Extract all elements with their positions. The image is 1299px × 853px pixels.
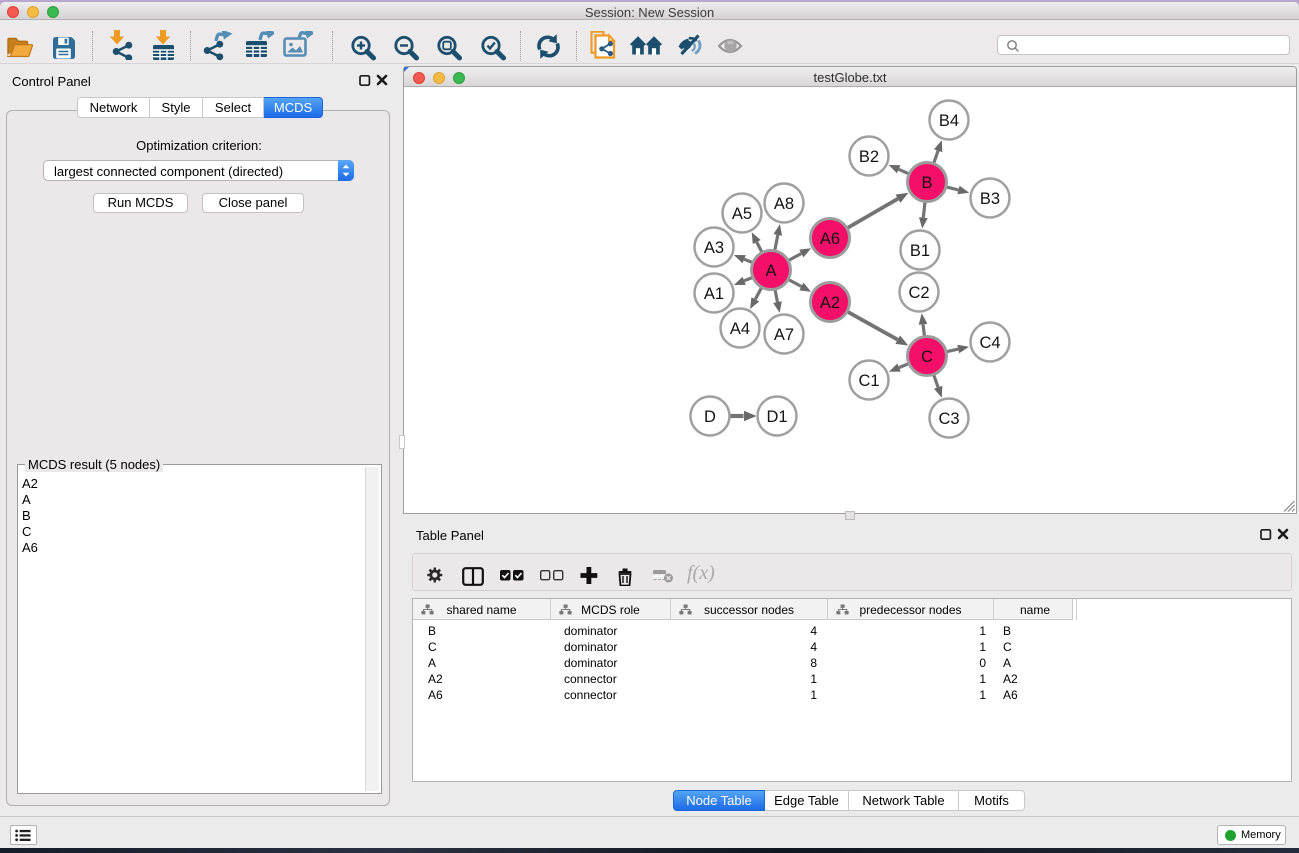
svg-text:B4: B4 xyxy=(939,112,959,130)
svg-text:C2: C2 xyxy=(908,284,929,302)
svg-text:A4: A4 xyxy=(730,320,750,338)
svg-text:A5: A5 xyxy=(732,205,752,223)
svg-text:C: C xyxy=(921,348,933,366)
svg-text:B: B xyxy=(921,174,932,192)
svg-text:C1: C1 xyxy=(858,372,879,390)
svg-text:f(x): f(x) xyxy=(687,562,715,584)
svg-text:A2: A2 xyxy=(820,294,840,312)
svg-text:D: D xyxy=(704,408,716,426)
svg-text:B2: B2 xyxy=(859,148,879,166)
svg-text:D1: D1 xyxy=(766,408,787,426)
svg-text:A3: A3 xyxy=(704,239,724,257)
svg-text:C4: C4 xyxy=(979,334,1000,352)
svg-text:A: A xyxy=(765,262,776,280)
svg-text:B1: B1 xyxy=(910,242,930,260)
svg-text:A1: A1 xyxy=(704,285,724,303)
svg-text:B3: B3 xyxy=(980,190,1000,208)
svg-text:A8: A8 xyxy=(774,195,794,213)
svg-text:C3: C3 xyxy=(938,410,959,428)
svg-text:A7: A7 xyxy=(774,326,794,344)
svg-text:A6: A6 xyxy=(820,230,840,248)
